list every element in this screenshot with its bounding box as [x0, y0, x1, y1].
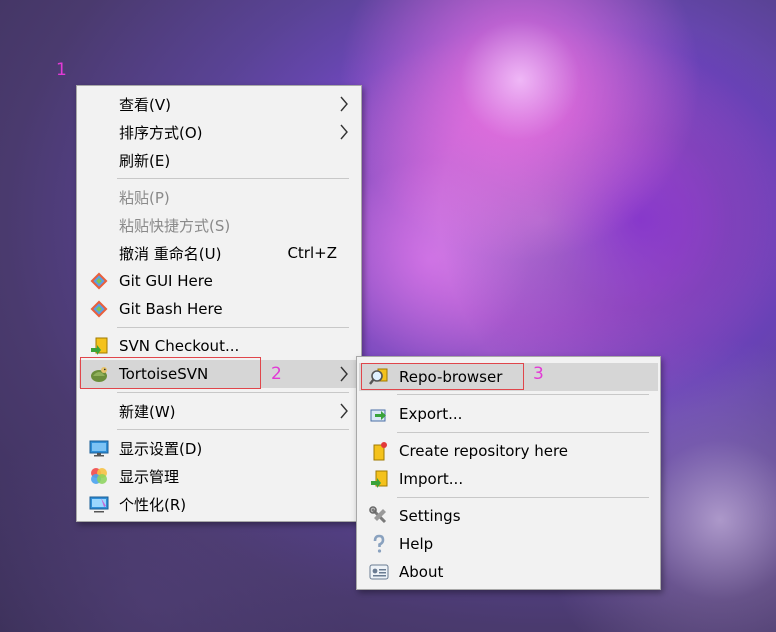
personalize-icon [89, 496, 109, 513]
menu-item-label: 粘贴快捷方式(S) [119, 216, 231, 235]
submenu-item-label: Settings [399, 507, 461, 525]
submenu-item-import[interactable]: Import... [359, 465, 658, 493]
menu-item-label: TortoiseSVN [119, 365, 209, 383]
menu-item-label: 粘贴(P) [119, 188, 170, 207]
menu-separator [117, 178, 349, 179]
submenu-item-label: Import... [399, 470, 464, 488]
menu-item-label: 个性化(R) [119, 495, 187, 514]
menu-separator [397, 432, 649, 433]
desktop-context-menu: 查看(V) 排序方式(O) 刷新(E) 粘贴(P) 粘贴快捷方式(S) 撤消 重… [76, 85, 362, 522]
import-icon [371, 470, 388, 488]
menu-item-new[interactable]: 新建(W) [79, 397, 359, 425]
display-settings-icon [89, 440, 109, 457]
menu-separator [117, 392, 349, 393]
export-icon [370, 409, 386, 422]
display-manage-icon [91, 468, 107, 484]
menu-item-label: SVN Checkout... [119, 337, 240, 355]
tortoisesvn-submenu: Repo-browser Export... Create repository… [356, 356, 661, 590]
submenu-item-label: About [399, 563, 444, 581]
menu-item-label: 显示设置(D) [119, 439, 203, 458]
menu-item-undo-rename[interactable]: 撤消 重命名(U) Ctrl+Z [79, 239, 359, 267]
svn-checkout-icon [91, 337, 108, 355]
menu-item-paste[interactable]: 粘贴(P) [79, 183, 359, 211]
menu-item-label: Git Bash Here [119, 300, 223, 318]
submenu-item-export[interactable]: Export... [359, 400, 658, 428]
menu-item-label: Git GUI Here [119, 272, 213, 290]
menu-separator [397, 394, 649, 395]
menu-item-display-settings[interactable]: 显示设置(D) [79, 434, 359, 462]
annotation-marker-3: 3 [533, 364, 544, 384]
submenu-item-help[interactable]: Help [359, 530, 658, 558]
about-icon [369, 564, 389, 580]
menu-item-svn-checkout[interactable]: SVN Checkout... [79, 332, 359, 360]
git-gui-icon [90, 272, 108, 290]
annotation-marker-1: 1 [56, 60, 67, 80]
menu-item-label: 查看(V) [119, 95, 171, 114]
menu-item-view[interactable]: 查看(V) [79, 90, 359, 118]
menu-item-sort-by[interactable]: 排序方式(O) [79, 118, 359, 146]
submenu-item-create-repository[interactable]: Create repository here [359, 437, 658, 465]
menu-item-refresh[interactable]: 刷新(E) [79, 146, 359, 174]
menu-item-label: 刷新(E) [119, 151, 171, 170]
chevron-right-icon [340, 366, 348, 382]
chevron-right-icon [340, 96, 348, 112]
menu-item-display-manage[interactable]: 显示管理 [79, 462, 359, 490]
menu-item-label: 排序方式(O) [119, 123, 203, 142]
submenu-item-about[interactable]: About [359, 558, 658, 586]
annotation-marker-2: 2 [271, 364, 282, 384]
chevron-right-icon [340, 403, 348, 419]
menu-item-git-gui-here[interactable]: Git GUI Here [79, 267, 359, 295]
git-bash-icon [90, 300, 108, 318]
menu-separator [117, 429, 349, 430]
menu-item-tortoisesvn[interactable]: TortoiseSVN [79, 360, 359, 388]
settings-icon [369, 506, 387, 524]
submenu-item-label: Repo-browser [399, 368, 503, 386]
repo-browser-icon [369, 368, 388, 385]
menu-item-git-bash-here[interactable]: Git Bash Here [79, 295, 359, 323]
chevron-right-icon [340, 124, 348, 140]
submenu-item-label: Help [399, 535, 434, 553]
tortoisesvn-icon [91, 367, 107, 382]
menu-item-label: 撤消 重命名(U) [119, 244, 222, 263]
submenu-item-settings[interactable]: Settings [359, 502, 658, 530]
menu-item-paste-shortcut[interactable]: 粘贴快捷方式(S) [79, 211, 359, 239]
menu-item-label: 新建(W) [119, 402, 176, 421]
submenu-item-repo-browser[interactable]: Repo-browser [359, 363, 658, 391]
menu-separator [397, 497, 649, 498]
create-repository-icon [373, 442, 387, 461]
help-icon [373, 534, 385, 553]
menu-item-label: 显示管理 [119, 467, 180, 486]
submenu-item-label: Create repository here [399, 442, 569, 460]
menu-item-shortcut: Ctrl+Z [287, 244, 337, 262]
submenu-item-label: Export... [399, 405, 463, 423]
menu-separator [117, 327, 349, 328]
menu-item-personalize[interactable]: 个性化(R) [79, 490, 359, 518]
